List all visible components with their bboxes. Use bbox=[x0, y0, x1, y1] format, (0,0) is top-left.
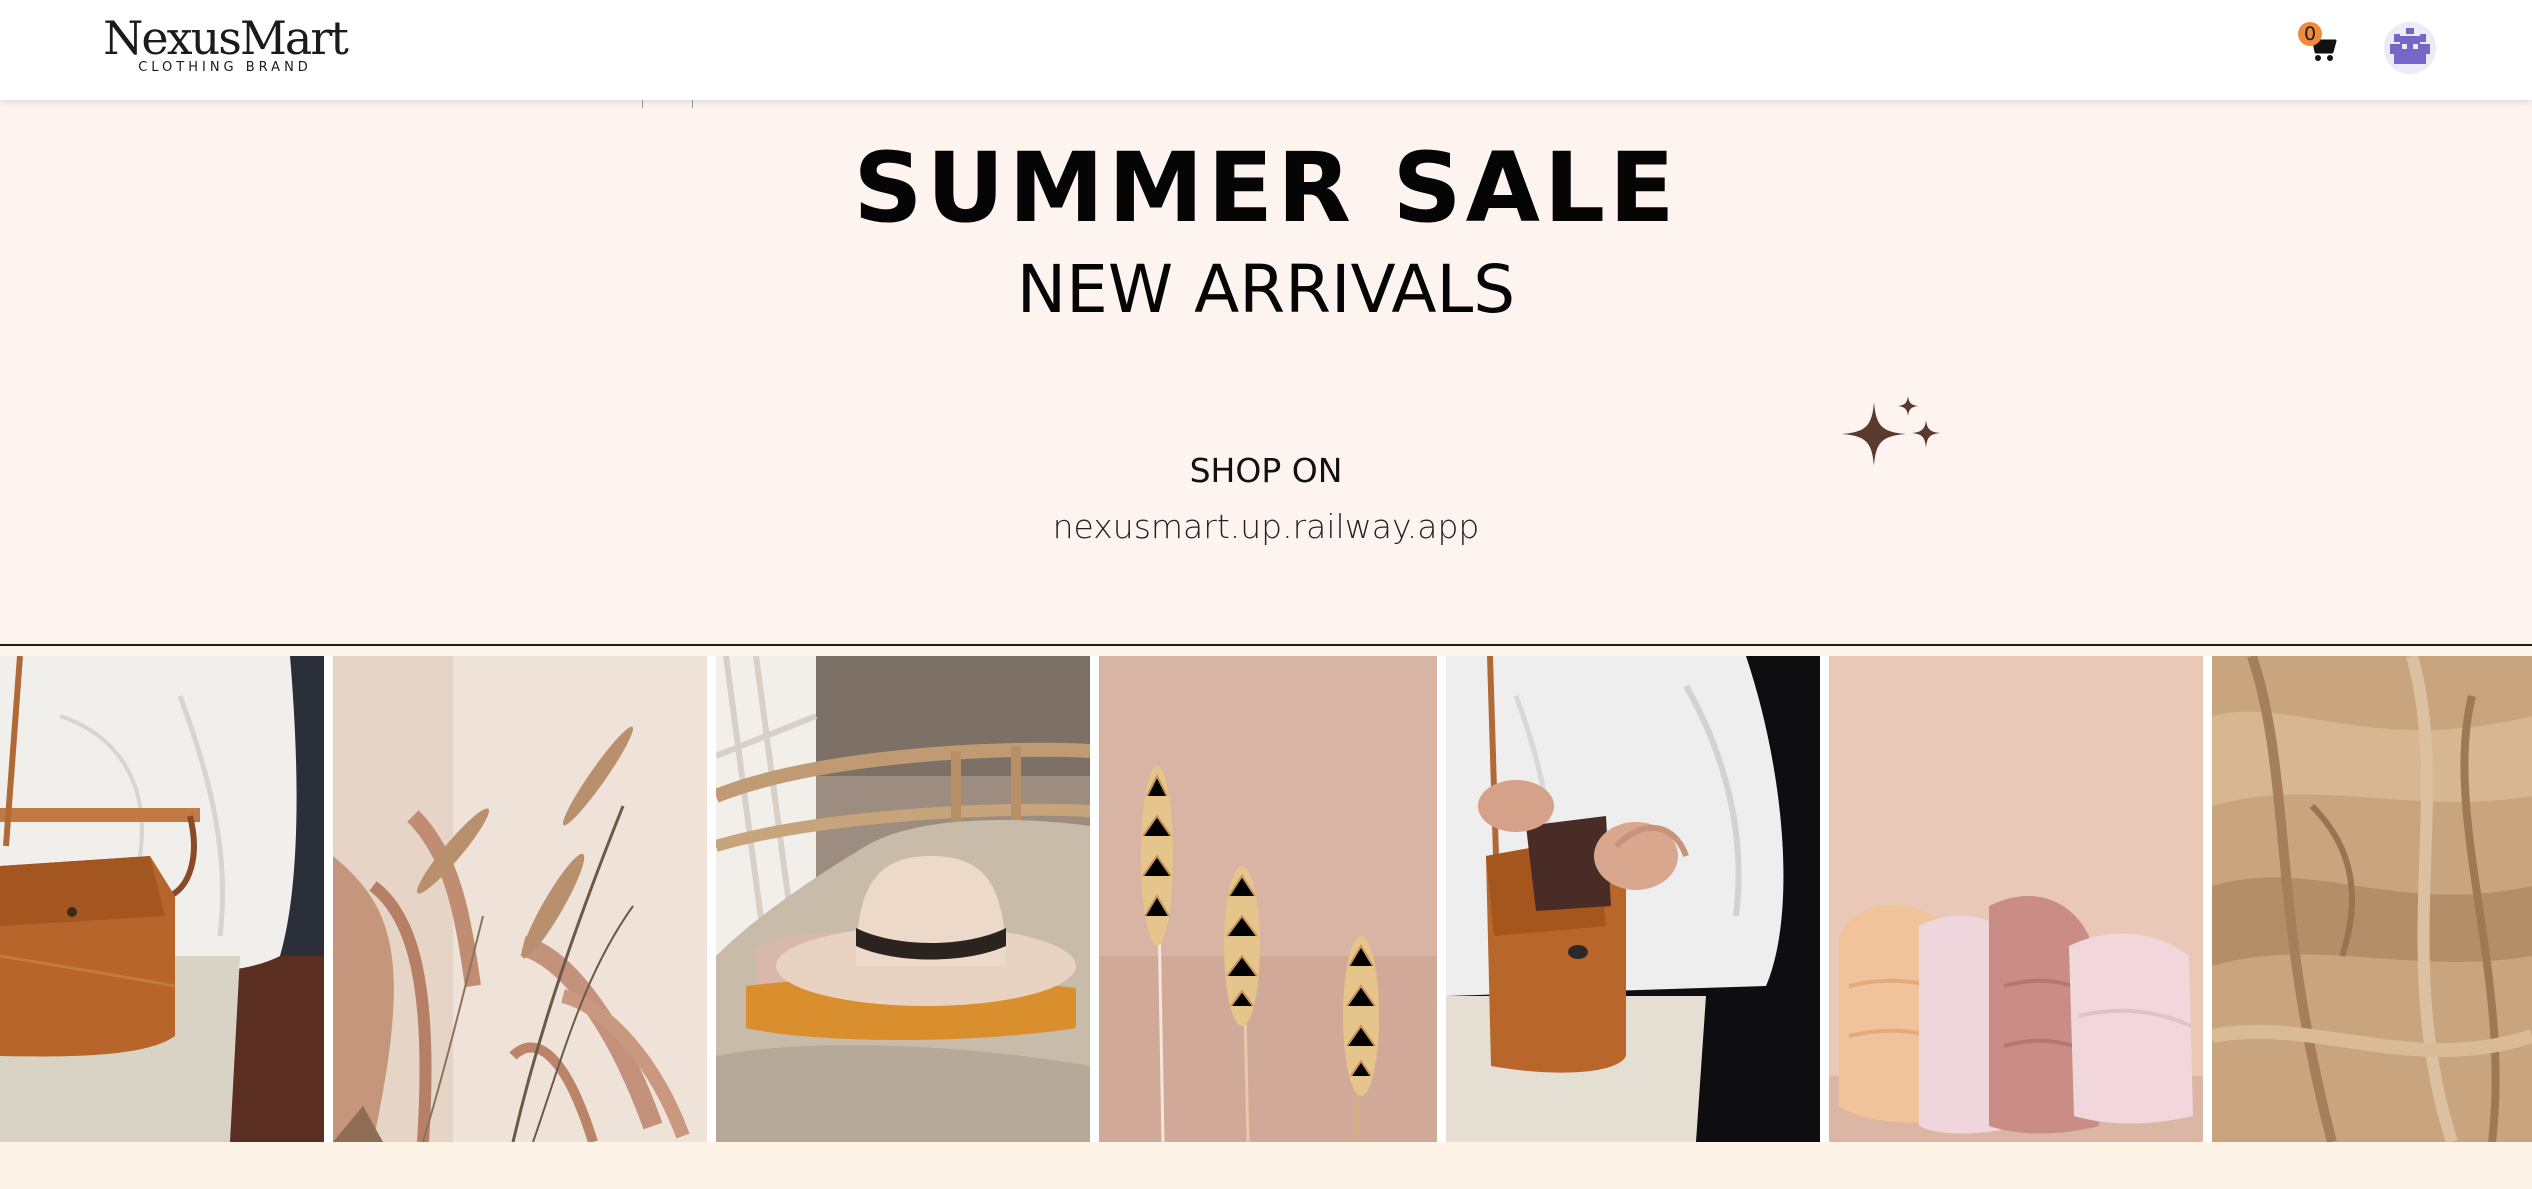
decor-tick bbox=[692, 100, 693, 108]
shop-on-label: SHOP ON bbox=[1189, 451, 1343, 490]
gallery-image-bag-person[interactable] bbox=[0, 656, 324, 1142]
footer-strip bbox=[0, 1142, 2532, 1189]
section-divider bbox=[0, 644, 2532, 646]
gallery-image-linen[interactable] bbox=[2212, 656, 2532, 1142]
cart-count-badge: 0 bbox=[2298, 22, 2322, 46]
top-navbar: NexusMart CLOTHING BRAND 0 bbox=[0, 0, 2532, 100]
shop-url-link[interactable]: nexusmart.up.railway.app bbox=[0, 506, 2532, 548]
promo-banner: SUMMER SALE NEW ARRIVALS SHOP ON nexusma… bbox=[0, 100, 2532, 644]
user-avatar[interactable] bbox=[2384, 22, 2436, 74]
decor-tick bbox=[642, 100, 643, 108]
user-avatar-icon bbox=[2384, 22, 2436, 74]
product-gallery bbox=[0, 656, 2532, 1142]
logo-wordmark: NexusMart bbox=[103, 11, 349, 65]
sale-subtitle: NEW ARRIVALS bbox=[1016, 251, 1516, 328]
brand-logo[interactable]: NexusMart CLOTHING BRAND bbox=[100, 12, 350, 82]
cart-button[interactable]: 0 bbox=[2298, 20, 2342, 66]
sale-title: SUMMER SALE bbox=[853, 132, 1679, 244]
gallery-image-dried-grass[interactable] bbox=[333, 656, 707, 1142]
gallery-image-folded-knits[interactable] bbox=[1829, 656, 2203, 1142]
gallery-image-hat-chair[interactable] bbox=[716, 656, 1090, 1142]
gallery-image-bag-hands[interactable] bbox=[1446, 656, 1820, 1142]
gallery-image-wheat[interactable] bbox=[1099, 656, 1437, 1142]
